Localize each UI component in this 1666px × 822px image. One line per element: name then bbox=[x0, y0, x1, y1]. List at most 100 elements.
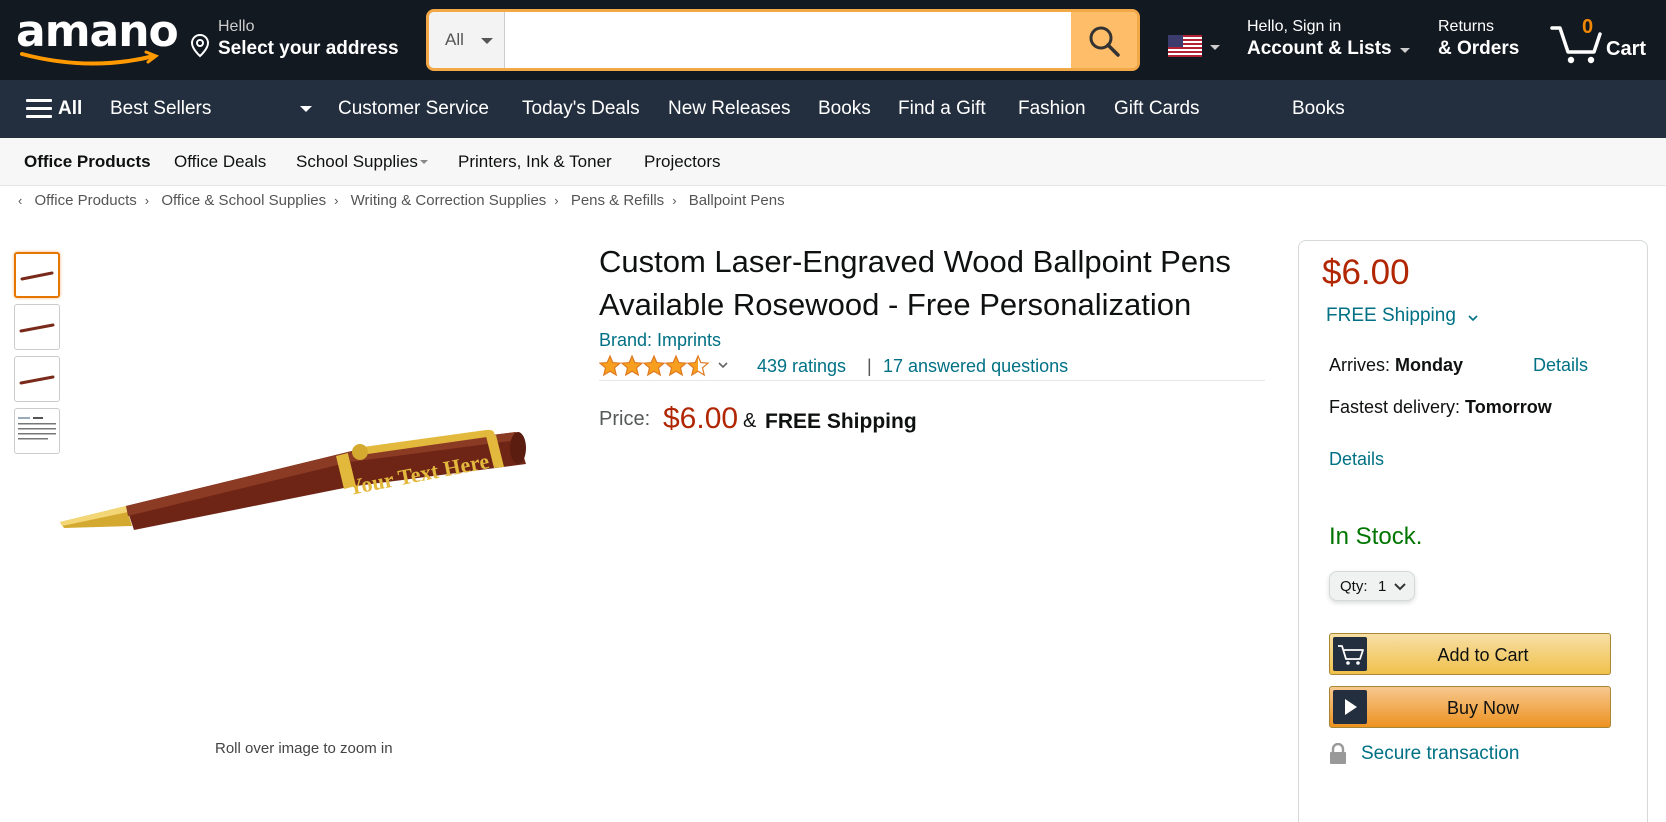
orders-label: & Orders bbox=[1438, 38, 1520, 59]
chevron-down-icon[interactable] bbox=[717, 360, 729, 370]
nav-item-books[interactable]: Books bbox=[818, 80, 871, 138]
subnav-school-supplies[interactable]: School Supplies bbox=[296, 138, 418, 186]
subnav-projectors[interactable]: Projectors bbox=[644, 138, 721, 186]
chevron-right-icon: › bbox=[144, 193, 150, 208]
divider bbox=[599, 380, 1265, 381]
nav-item-fashion[interactable]: Fashion bbox=[1018, 80, 1086, 138]
breadcrumb-item[interactable]: Writing & Correction Supplies bbox=[351, 192, 547, 209]
account-greeting: Hello, Sign in bbox=[1247, 18, 1342, 35]
all-menu-label: All bbox=[58, 98, 83, 119]
cart-icon bbox=[1550, 26, 1602, 64]
add-to-cart-label: Add to Cart bbox=[1437, 645, 1529, 665]
chevron-down-icon[interactable] bbox=[1467, 313, 1479, 323]
subnav-office-deals[interactable]: Office Deals bbox=[174, 138, 266, 186]
subnav-office-products[interactable]: Office Products bbox=[24, 138, 151, 186]
all-menu-button[interactable]: All bbox=[26, 80, 96, 138]
secure-transaction-label: Secure transaction bbox=[1361, 743, 1520, 764]
product-price: $6.00 bbox=[663, 402, 739, 435]
account-label: Account & Lists bbox=[1247, 38, 1392, 59]
breadcrumb-item[interactable]: Office & School Supplies bbox=[161, 192, 326, 209]
search-icon bbox=[1089, 26, 1120, 57]
buy-now-label: Buy Now bbox=[1446, 698, 1520, 718]
nav-item-find-a-gift[interactable]: Find a Gift bbox=[898, 80, 986, 138]
language-selector[interactable] bbox=[1168, 35, 1228, 59]
chevron-down-icon bbox=[420, 160, 428, 164]
search-input[interactable] bbox=[505, 12, 1075, 68]
chevron-right-icon: › bbox=[672, 193, 677, 208]
nav-item-customer-service[interactable]: Customer Service bbox=[338, 80, 489, 138]
sub-nav: Office Products Office Deals School Supp… bbox=[0, 138, 1666, 186]
brand-link[interactable]: Brand: Imprints bbox=[599, 330, 721, 351]
returns-orders[interactable]: Returns & Orders bbox=[1438, 18, 1538, 62]
product-image[interactable]: Your Text Here bbox=[56, 420, 556, 560]
arrives-day: Monday bbox=[1395, 355, 1464, 375]
nav-item-gift-cards[interactable]: Gift Cards bbox=[1114, 80, 1200, 138]
fastest-day: Tomorrow bbox=[1465, 397, 1552, 417]
account-lists[interactable]: Hello, Sign in Account & Lists bbox=[1247, 18, 1417, 62]
pen-thumbnail-icon bbox=[20, 271, 54, 281]
search-category-dropdown[interactable]: All bbox=[429, 12, 505, 68]
fastest-label: Fastest delivery: bbox=[1329, 397, 1466, 417]
rating-separator: | bbox=[867, 356, 872, 376]
qty-label: Qty: bbox=[1340, 578, 1368, 595]
cart-label: Cart bbox=[1606, 38, 1647, 60]
chevron-down-icon bbox=[481, 38, 493, 44]
returns-label: Returns bbox=[1438, 18, 1495, 35]
chevron-down-icon bbox=[1400, 48, 1410, 53]
qty-value: 1 bbox=[1378, 578, 1387, 595]
pen-thumbnail-icon bbox=[19, 375, 55, 385]
nav-item-books-2[interactable]: Books bbox=[1292, 80, 1345, 138]
fastest-details-link[interactable]: Details bbox=[1329, 449, 1384, 470]
zoom-hint: Roll over image to zoom in bbox=[215, 740, 393, 757]
arrives-label: Arrives: bbox=[1329, 355, 1396, 375]
ratings-count-link[interactable]: 439 ratings bbox=[757, 356, 846, 377]
chevron-right-icon: › bbox=[554, 193, 559, 208]
thumbnail-4[interactable] bbox=[14, 408, 60, 454]
search-button[interactable] bbox=[1071, 12, 1137, 68]
price-label: Price: bbox=[599, 408, 651, 430]
chevron-down-icon[interactable] bbox=[300, 106, 312, 112]
buybox-price: $6.00 bbox=[1322, 253, 1410, 292]
site-logo[interactable]: amano bbox=[16, 6, 179, 70]
answered-questions-link[interactable]: 17 answered questions bbox=[883, 356, 1068, 377]
address-select: Select your address bbox=[218, 38, 399, 59]
nav-item-todays-deals[interactable]: Today's Deals bbox=[522, 80, 640, 138]
buy-box: $6.00 FREE Shipping Arrives: Monday Deta… bbox=[1298, 240, 1648, 822]
thumbnail-3[interactable] bbox=[14, 356, 60, 402]
search-category-label: All bbox=[445, 30, 464, 49]
chevron-left-icon[interactable]: ‹ bbox=[18, 193, 22, 208]
chevron-down-icon bbox=[1394, 583, 1406, 591]
pen-thumbnail-icon bbox=[19, 323, 55, 333]
nav-item-new-releases[interactable]: New Releases bbox=[668, 80, 791, 138]
breadcrumb-item[interactable]: Pens & Refills bbox=[571, 192, 664, 209]
us-flag-icon bbox=[1168, 35, 1202, 57]
spec-sheet-thumbnail-icon bbox=[18, 417, 56, 440]
price-ampersand: & bbox=[743, 410, 757, 432]
subnav-printers-ink-toner[interactable]: Printers, Ink & Toner bbox=[458, 138, 612, 186]
star-rating-icon[interactable] bbox=[599, 354, 709, 378]
stock-status: In Stock. bbox=[1329, 523, 1423, 550]
delivery-details-link[interactable]: Details bbox=[1533, 355, 1588, 376]
breadcrumb: ‹ Office Products › Office & School Suppl… bbox=[18, 192, 793, 214]
free-shipping-label: FREE Shipping bbox=[765, 410, 917, 433]
address-greeting: Hello bbox=[218, 18, 255, 35]
quantity-dropdown[interactable]: Qty: 1 bbox=[1329, 571, 1415, 601]
logo-smile-icon bbox=[20, 50, 160, 66]
delivery-address[interactable]: Hello Select your address bbox=[190, 18, 410, 62]
add-to-cart-button[interactable]: Add to Cart bbox=[1329, 633, 1611, 675]
breadcrumb-item[interactable]: Office Products bbox=[35, 192, 137, 209]
location-pin-icon bbox=[190, 34, 210, 58]
top-header: amano Hello Select your address All Hell… bbox=[0, 0, 1666, 80]
nav-item-best-sellers[interactable]: Best Sellers bbox=[110, 80, 211, 138]
chevron-right-icon: › bbox=[334, 193, 339, 208]
buy-now-button[interactable]: Buy Now bbox=[1329, 686, 1611, 728]
cart-button[interactable]: 0 Cart bbox=[1550, 12, 1660, 68]
fastest-delivery-info: Fastest delivery: Tomorrow bbox=[1329, 397, 1552, 418]
breadcrumb-item[interactable]: Ballpoint Pens bbox=[689, 192, 785, 209]
buybox-free-shipping[interactable]: FREE Shipping bbox=[1326, 305, 1456, 327]
cart-count: 0 bbox=[1582, 16, 1594, 38]
hamburger-icon bbox=[26, 99, 52, 119]
thumbnail-2[interactable] bbox=[14, 304, 60, 350]
thumbnail-1[interactable] bbox=[14, 252, 60, 298]
lock-icon bbox=[1330, 743, 1346, 764]
